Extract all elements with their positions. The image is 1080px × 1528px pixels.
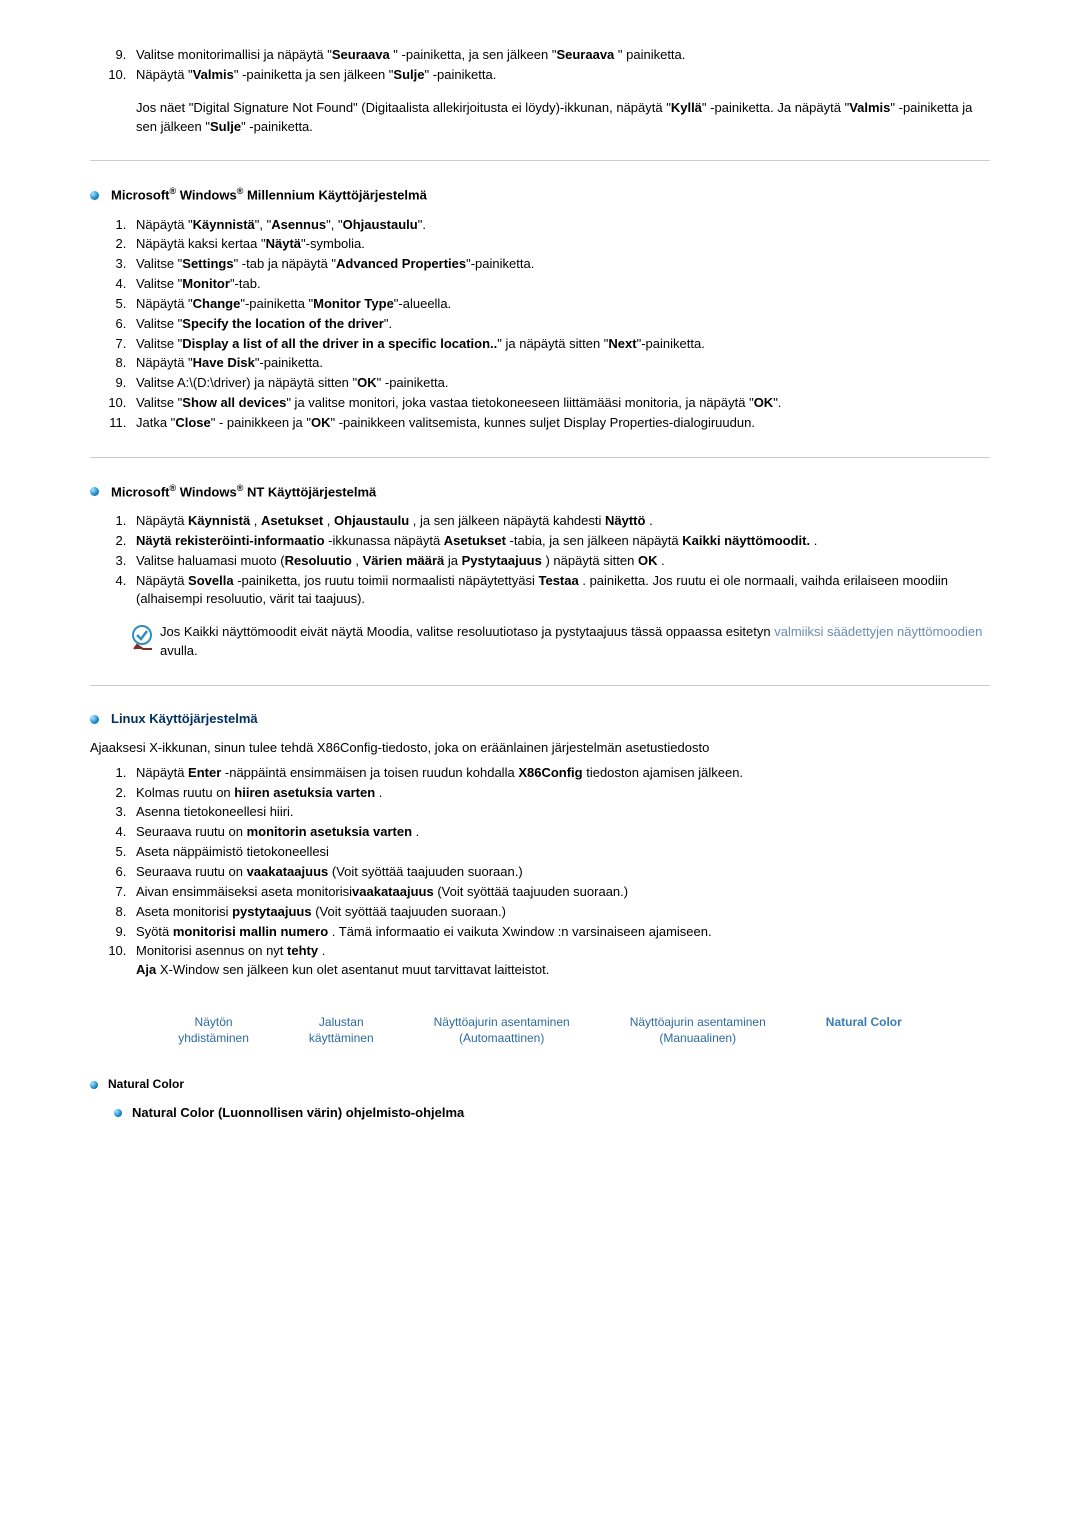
sphere-icon [90,715,99,724]
step-item: Monitorisi asennus on nyt tehty .Aja X-W… [130,942,990,980]
step-item: Näpäytä "Change"-painiketta "Monitor Typ… [130,295,990,314]
step-item: Näpäytä Sovella -painiketta, jos ruutu t… [130,572,990,610]
step-item: Valitse "Display a list of all the drive… [130,335,990,354]
me-steps-list: Näpäytä "Käynnistä", "Asennus", "Ohjaust… [90,216,990,433]
step-item: Näpäytä Käynnistä , Asetukset , Ohjausta… [130,512,990,531]
nav-tab[interactable]: Näyttöajurin asentaminen(Automaattinen) [434,1014,570,1046]
section-me-title: Microsoft® Windows® Millennium Käyttöjär… [111,185,427,205]
natural-color-title: Natural Color [108,1076,184,1093]
step-item: Aivan ensimmäiseksi aseta monitorisivaak… [130,883,990,902]
section-linux-title: Linux Käyttöjärjestelmä [111,710,258,729]
nav-tab[interactable]: Näytönyhdistäminen [178,1014,249,1046]
step-item: Valitse A:\(D:\driver) ja näpäytä sitten… [130,374,990,393]
step-item: Valitse haluamasi muoto (Resoluutio , Vä… [130,552,990,571]
step-item: Näpäytä "Have Disk"-painiketta. [130,354,990,373]
section-linux-heading: Linux Käyttöjärjestelmä [90,710,990,729]
step-item: Seuraava ruutu on vaakataajuus (Voit syö… [130,863,990,882]
sphere-icon [90,1081,98,1089]
step-item: Näpäytä "Valmis" -painiketta ja sen jälk… [130,66,990,85]
nt-steps-list: Näpäytä Käynnistä , Asetukset , Ohjausta… [90,512,990,609]
section-nt-title: Microsoft® Windows® NT Käyttöjärjestelmä [111,482,376,502]
step-item: Näpäytä "Käynnistä", "Asennus", "Ohjaust… [130,216,990,235]
linux-intro: Ajaaksesi X-ikkunan, sinun tulee tehdä X… [90,739,990,758]
divider [90,457,990,458]
step-item: Aseta näppäimistö tietokoneellesi [130,843,990,862]
step-item: Valitse "Show all devices" ja valitse mo… [130,394,990,413]
step-item: Valitse "Settings" -tab ja näpäytä "Adva… [130,255,990,274]
section-me-heading: Microsoft® Windows® Millennium Käyttöjär… [90,185,990,205]
sphere-icon [114,1109,122,1117]
section-nt-heading: Microsoft® Windows® NT Käyttöjärjestelmä [90,482,990,502]
step-item: Näytä rekisteröinti-informaatio -ikkunas… [130,532,990,551]
step-item: Näpäytä kaksi kertaa "Näytä"-symbolia. [130,235,990,254]
nt-note-span: Jos Kaikki näyttömoodit eivät näytä Mood… [160,624,774,639]
step-item: Valitse "Monitor"-tab. [130,275,990,294]
step-item: Syötä monitorisi mallin numero . Tämä in… [130,923,990,942]
nt-note-text: Jos Kaikki näyttömoodit eivät näytä Mood… [160,623,990,661]
divider [90,685,990,686]
note-check-icon [130,623,160,661]
preset-modes-link[interactable]: valmiiksi säädettyjen näyttömoodien [774,624,982,639]
step-item: Seuraava ruutu on monitorin asetuksia va… [130,823,990,842]
step-item: Jatka "Close" - painikkeen ja "OK" -pain… [130,414,990,433]
nav-tab[interactable]: Näyttöajurin asentaminen(Manuaalinen) [630,1014,766,1046]
bottom-nav: Näytönyhdistäminen Jalustankäyttäminen Näy… [90,1014,990,1046]
sphere-icon [90,191,99,200]
step-item: Asenna tietokoneellesi hiiri. [130,803,990,822]
top-steps-list: Valitse monitorimallisi ja näpäytä "Seur… [90,46,990,85]
step-item: Valitse monitorimallisi ja näpäytä "Seur… [130,46,990,65]
step-item: Kolmas ruutu on hiiren asetuksia varten … [130,784,990,803]
nt-note: Jos Kaikki näyttömoodit eivät näytä Mood… [130,623,990,661]
nav-tab[interactable]: Natural Color [826,1014,902,1046]
divider [90,160,990,161]
natural-color-heading: Natural Color [90,1076,990,1093]
step-item: Aseta monitorisi pystytaajuus (Voit syöt… [130,903,990,922]
linux-steps-list: Näpäytä Enter -näppäintä ensimmäisen ja … [90,764,990,980]
top-note: Jos näet "Digital Signature Not Found" (… [136,99,990,137]
natural-color-sub-title: Natural Color (Luonnollisen värin) ohjel… [132,1104,464,1123]
nav-tab[interactable]: Jalustankäyttäminen [309,1014,374,1046]
nt-note-after: avulla. [160,643,198,658]
sphere-icon [90,487,99,496]
step-item: Näpäytä Enter -näppäintä ensimmäisen ja … [130,764,990,783]
step-item: Valitse "Specify the location of the dri… [130,315,990,334]
natural-color-sub: Natural Color (Luonnollisen värin) ohjel… [114,1104,990,1123]
